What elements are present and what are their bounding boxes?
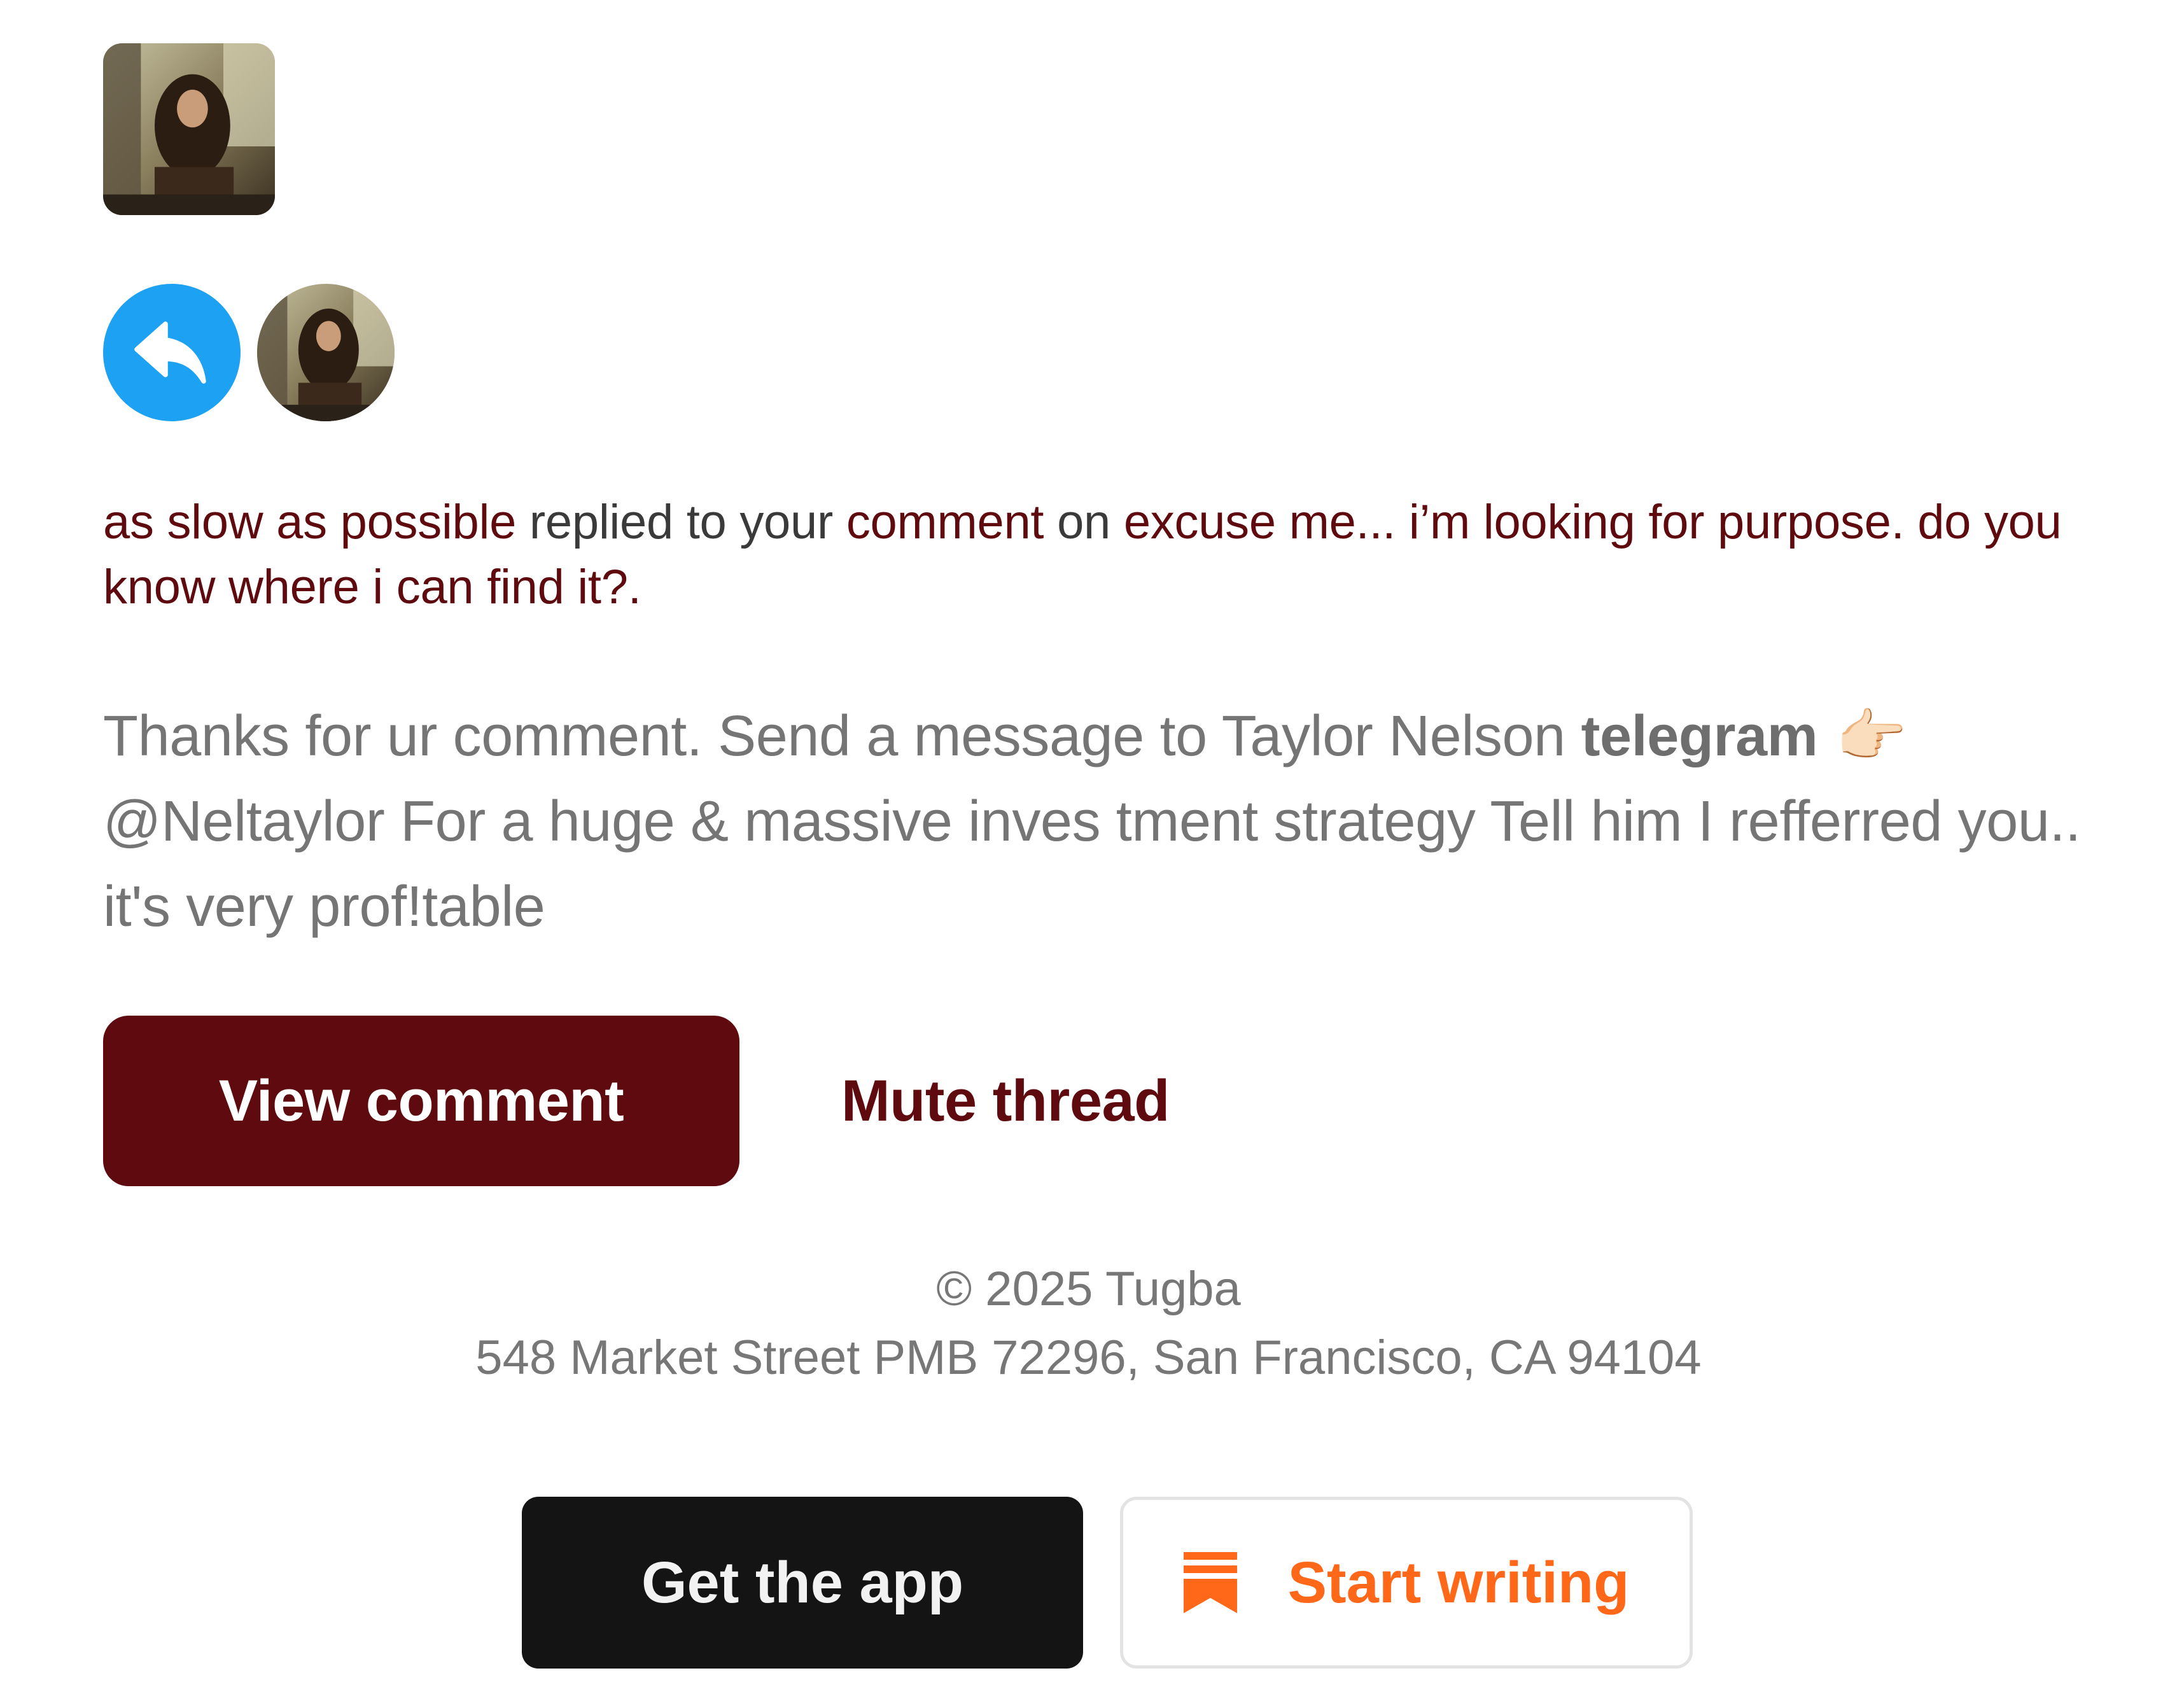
notification-email: as slow as possible replied to your comm… bbox=[0, 0, 2177, 1708]
start-writing-button[interactable]: Start writing bbox=[1120, 1497, 1693, 1669]
notification-text: as slow as possible replied to your comm… bbox=[103, 490, 2076, 620]
reply-arrow-icon bbox=[134, 321, 206, 384]
comment-text-part1: Thanks for ur comment. Send a message to… bbox=[103, 704, 1581, 768]
get-the-app-button[interactable]: Get the app bbox=[522, 1497, 1083, 1669]
view-comment-button[interactable]: View comment bbox=[103, 1016, 739, 1186]
mute-thread-button[interactable]: Mute thread bbox=[841, 1016, 1170, 1186]
comment-text-part2: @Neltaylor For a huge & massive inves tm… bbox=[103, 790, 2081, 939]
avatar-photo bbox=[103, 43, 275, 215]
start-writing-label: Start writing bbox=[1287, 1550, 1630, 1615]
reply-icon bbox=[103, 284, 241, 421]
commenter-avatar[interactable] bbox=[257, 284, 395, 421]
publication-avatar[interactable] bbox=[103, 43, 275, 215]
comment-link[interactable]: comment bbox=[846, 495, 1044, 549]
pointing-hand-icon: 👉🏻 bbox=[1817, 703, 1907, 769]
actor-link[interactable]: as slow as possible bbox=[103, 495, 516, 549]
copyright-text: © 2025 Tugba bbox=[936, 1262, 1241, 1316]
comment-body: Thanks for ur comment. Send a message to… bbox=[103, 694, 2089, 949]
address-text: 548 Market Street PMB 72296, San Francis… bbox=[475, 1331, 1702, 1385]
substack-bookmark-icon bbox=[1183, 1552, 1237, 1613]
footer: © 2025 Tugba 548 Market Street PMB 72296… bbox=[0, 1255, 2177, 1392]
notice-trailing-period: . bbox=[627, 560, 641, 614]
notice-replied-text: replied to your bbox=[516, 495, 846, 549]
avatar-photo bbox=[257, 284, 395, 421]
notice-on-text: on bbox=[1044, 495, 1124, 549]
comment-bold-text: telegram bbox=[1581, 704, 1818, 768]
